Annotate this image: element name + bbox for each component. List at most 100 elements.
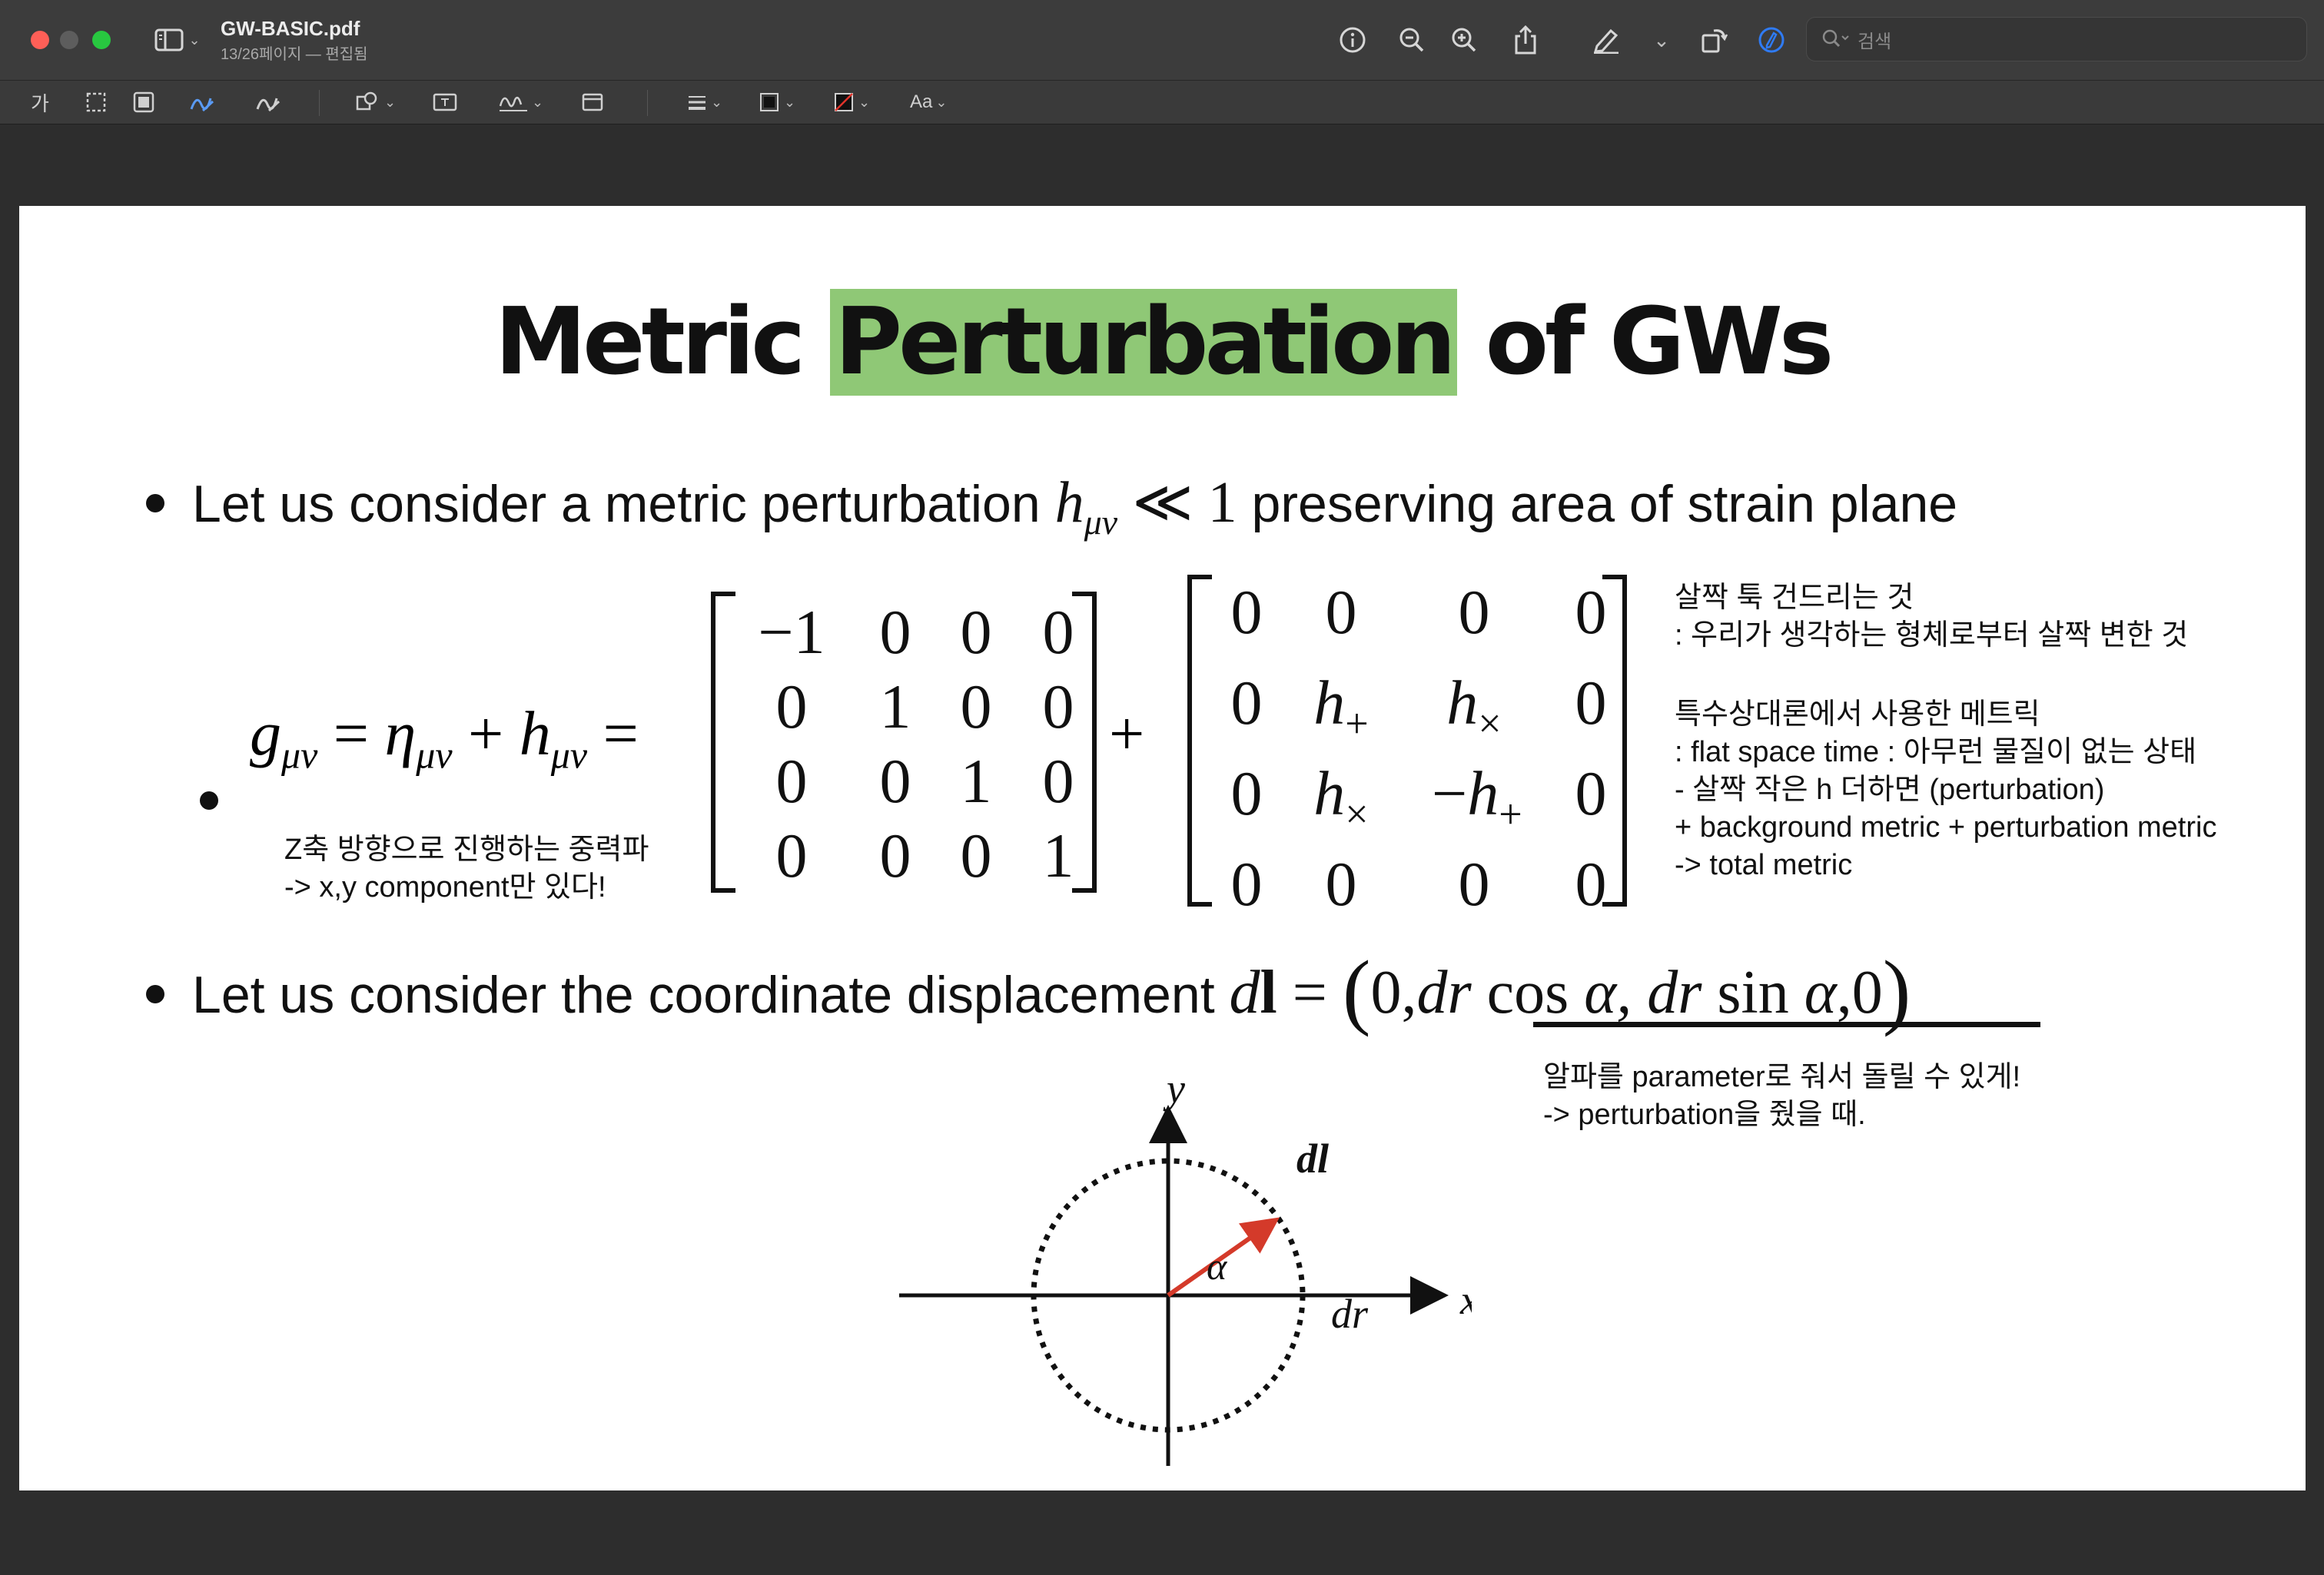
h-cell-1-0: 0 (1230, 668, 1263, 738)
text-box-icon (433, 93, 457, 111)
eta-cell-1-0: 0 (775, 671, 808, 741)
signature-tool[interactable]: ⌄ (498, 87, 543, 118)
eta-cell-2-3: 0 (1042, 746, 1074, 816)
h-cell-1-3: 0 (1575, 668, 1607, 738)
border-color-tool[interactable]: ⌄ (758, 87, 795, 118)
bullet-dot (200, 791, 218, 810)
h-cell-0-1: 0 (1325, 577, 1357, 647)
rotate-button[interactable] (1695, 20, 1734, 60)
h-cell-2-2: −h+ (1432, 758, 1522, 837)
redact-tool[interactable] (132, 87, 155, 118)
h-cell-3-2: 0 (1458, 849, 1490, 919)
sidebar-toggle-button[interactable]: ⌄ (148, 20, 208, 60)
note-line: 알파를 parameter로 줘서 돌릴 수 있게! (1543, 1061, 2021, 1093)
h-cell-0-2: 0 (1458, 577, 1490, 647)
bullet-1-math: hμν ≪ 1 (1054, 470, 1237, 542)
sidebar-icon (154, 28, 184, 51)
note-line: + background metric + perturbation metri… (1675, 811, 2217, 844)
title-part-2: of GWs (1456, 289, 1834, 396)
bullet-1-tail: preserving area of strain plane (1237, 475, 1958, 533)
eta-cell-0-1: 0 (879, 597, 911, 667)
line-style-tool[interactable]: ⌄ (686, 87, 722, 118)
info-button[interactable] (1333, 20, 1372, 60)
text-tool-label: 가 (31, 91, 49, 115)
toolbar-divider (319, 90, 320, 116)
highlight-button[interactable] (1586, 20, 1626, 60)
eta-cell-2-2: 1 (960, 746, 992, 816)
underline-mark (1533, 1022, 2040, 1027)
share-button[interactable] (1506, 20, 1545, 60)
note-line: 살짝 툭 건드리는 것 (1675, 582, 1914, 614)
h-cell-1-1: h+ (1313, 668, 1369, 747)
eta-cell-1-1: 1 (879, 671, 911, 741)
zoom-window-button[interactable] (92, 31, 111, 49)
share-icon (1515, 25, 1536, 55)
eta-cell-3-2: 0 (960, 821, 992, 890)
eta-cell-3-0: 0 (775, 821, 808, 890)
chevron-down-icon: ⌄ (858, 94, 871, 110)
eta-cell-0-3: 0 (1042, 597, 1074, 667)
dashed-rect-icon (86, 92, 106, 112)
sketch-tool[interactable] (189, 87, 215, 118)
title-highlight: Perturbation (830, 289, 1457, 396)
slide-title: Metric Perturbation of GWs (19, 289, 2306, 396)
text-style-tool[interactable]: Aa ⌄ (910, 87, 947, 118)
draw-tool[interactable] (255, 87, 281, 118)
chevron-down-icon: ⌄ (784, 94, 796, 110)
dr-label: dr (1331, 1291, 1369, 1337)
search-input[interactable]: 검색 (1806, 17, 2307, 61)
note-line: : 우리가 생각하는 형체로부터 살짝 변한 것 (1675, 619, 2189, 652)
bullet-dot (146, 985, 164, 1004)
note-alpha-parameter: 알파를 parameter로 줘서 돌릴 수 있게! -> perturbati… (1543, 1059, 2020, 1134)
y-axis-label: y (1163, 1066, 1185, 1112)
signature-icon (499, 96, 527, 111)
note-flat-metric: 특수상대론에서 사용한 메트릭 : flat space time : 아무런 … (1675, 696, 2216, 884)
rect-selection-tool[interactable] (85, 87, 108, 118)
highlighter-icon (1593, 28, 1618, 54)
text-selection-tool[interactable]: 가 (31, 87, 49, 118)
h-cell-2-3: 0 (1575, 758, 1607, 828)
h-cell-0-3: 0 (1575, 577, 1607, 647)
h-cell-3-0: 0 (1230, 849, 1263, 919)
zoom-in-button[interactable] (1445, 20, 1483, 60)
shapes-tool[interactable]: ⌄ (355, 87, 396, 118)
markup-toolbar: 가 ⌄ ⌄ ⌄ ⌄ ⌄ Aa ⌄ (0, 81, 2324, 124)
highlight-options-button[interactable]: ⌄ (1645, 20, 1675, 60)
toolbar-divider (647, 90, 648, 116)
zoom-out-button[interactable] (1393, 20, 1431, 60)
markup-pen-icon (1758, 27, 1784, 53)
minimize-window-button[interactable] (60, 31, 78, 49)
h-cell-0-0: 0 (1230, 577, 1263, 647)
eta-cell-3-1: 0 (879, 821, 911, 890)
rotate-icon (1702, 29, 1728, 53)
bullet-3-text: Let us consider the coordinate displacem… (192, 966, 1230, 1024)
close-window-button[interactable] (31, 31, 49, 49)
chevron-down-icon: ⌄ (1653, 28, 1670, 51)
bullet-1-text: Let us consider a metric perturbation (192, 475, 1055, 533)
chevron-down-icon: ⌄ (532, 94, 544, 110)
shapes-icon (356, 91, 377, 111)
redact-icon (133, 91, 154, 113)
page-format-tool[interactable] (581, 87, 604, 118)
note-z-direction: Z축 방향으로 진행하는 중력파 -> x,y component만 있다! (284, 831, 649, 907)
line-style-icon (689, 96, 706, 110)
zoom-out-icon (1399, 28, 1424, 52)
bullet-3-math: dl = (0,dr cos α, dr sin α,0) (1229, 943, 1911, 1037)
eta-cell-0-2: 0 (960, 597, 992, 667)
pdf-page: Metric Perturbation of GWs Let us consid… (19, 206, 2306, 1490)
border-color-icon (760, 93, 779, 111)
zoom-in-icon (1452, 28, 1476, 52)
eta-cell-1-2: 0 (960, 671, 992, 741)
chevron-down-icon: ⌄ (935, 94, 948, 110)
text-box-tool[interactable] (432, 87, 458, 118)
window-titlebar: ⌄ GW-BASIC.pdf 13/26페이지 — 편집됨 ⌄ 검색 (0, 0, 2324, 81)
note-line: : flat space time : 아무런 물질이 없는 상태 (1675, 736, 2197, 768)
search-icon (1822, 29, 1849, 48)
h-cell-2-1: h× (1313, 758, 1369, 837)
note-perturbation-meaning: 살짝 툭 건드리는 것 : 우리가 생각하는 형체로부터 살짝 변한 것 (1675, 579, 2188, 655)
h-cell-3-3: 0 (1575, 849, 1607, 919)
x-axis-label: x (1459, 1277, 1472, 1323)
markup-button[interactable] (1752, 20, 1791, 60)
fill-color-tool[interactable]: ⌄ (832, 87, 870, 118)
sketch-icon (190, 98, 214, 112)
